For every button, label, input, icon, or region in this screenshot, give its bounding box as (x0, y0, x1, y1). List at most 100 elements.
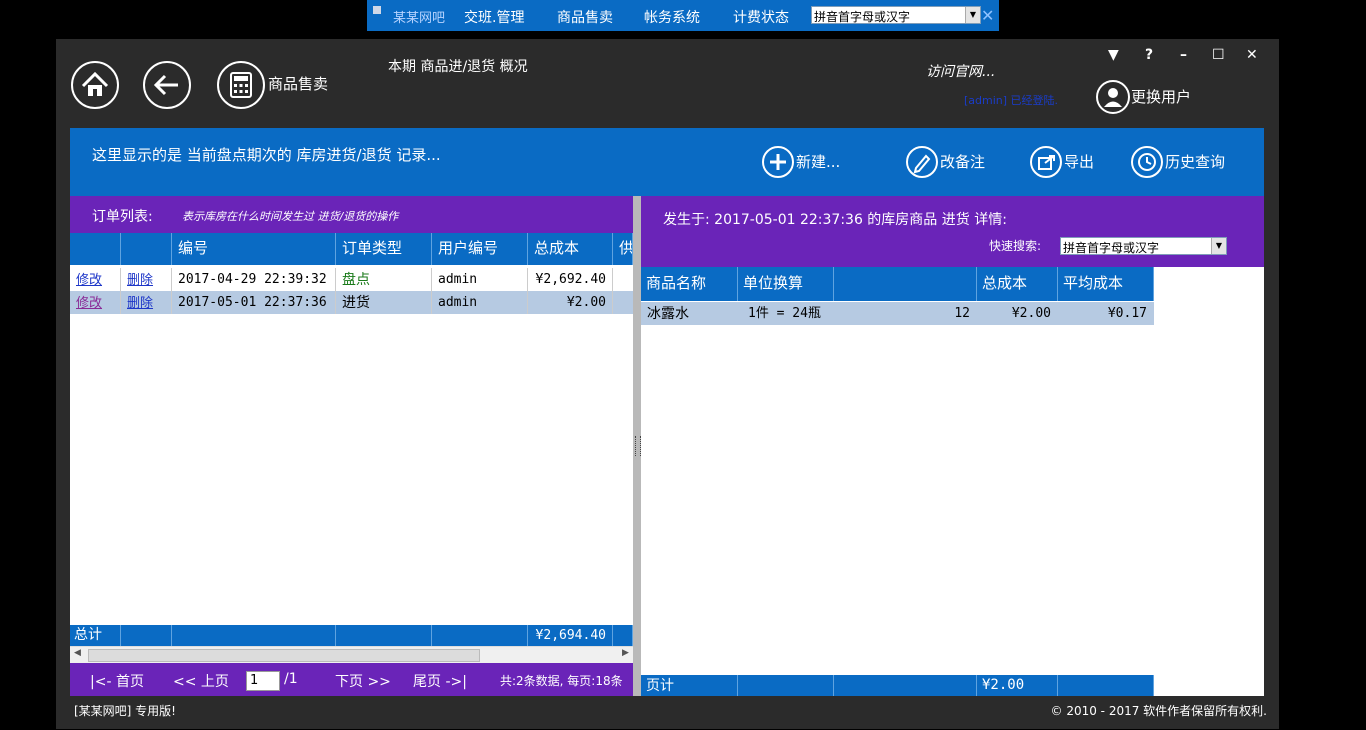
page-input-value: 1 (250, 673, 259, 688)
chevron-down-icon[interactable]: ▼ (1211, 238, 1226, 254)
col-goods-name[interactable]: 商品名称 (641, 267, 738, 301)
orders-panel: 订单列表: 表示库房在什么时间发生过 进货/退货的操作 编号 订单类型 用户编号… (70, 196, 633, 696)
help-icon[interactable]: ? (1145, 47, 1153, 63)
maximize-icon[interactable]: ☐ (1212, 47, 1225, 63)
menu-accounting[interactable]: 帐务系统 (644, 7, 700, 27)
goods-unit: 1件 = 24瓶 (738, 302, 834, 325)
delete-link[interactable]: 删除 (121, 268, 172, 291)
orders-title: 订单列表: (92, 209, 153, 225)
total-cell (336, 625, 432, 646)
table-row[interactable]: 修改 删除 2017-04-29 22:39:32 盘点 admin ¥2,69… (70, 268, 633, 291)
history-label: 历史查询 (1165, 153, 1226, 171)
total-cell (432, 625, 528, 646)
pager-summary: 共:2条数据, 每页:18条 (500, 674, 623, 688)
last-page[interactable]: 尾页 ->| (413, 671, 467, 691)
home-button[interactable] (71, 61, 119, 109)
page-total-cell (834, 675, 977, 696)
table-row-selected[interactable]: 修改 删除 2017-05-01 22:37:36 进货 admin ¥2.00 (70, 291, 633, 314)
minimize-icon[interactable]: – (1180, 47, 1187, 63)
goods-cost: ¥2.00 (977, 302, 1058, 325)
detail-header: 发生于: 2017-05-01 22:37:36 的库房商品 进货 详情: 快速… (641, 196, 1264, 267)
menu-goods-sale[interactable]: 商品售卖 (557, 7, 613, 27)
close-icon[interactable]: ✕ (981, 6, 994, 25)
status-footer: [某某网吧] 专用版! © 2010 - 2017 软件作者保留所有权利. (56, 697, 1279, 721)
total-cost: ¥2,694.40 (528, 625, 613, 646)
switch-user-label[interactable]: 更换用户 (1131, 86, 1191, 107)
back-button[interactable] (143, 61, 191, 109)
next-page[interactable]: 下页 >> (335, 671, 391, 691)
horizontal-scrollbar[interactable]: ◀ ▶ (70, 646, 633, 664)
order-type: 进货 (336, 291, 432, 314)
orders-header: 订单列表: 表示库房在什么时间发生过 进货/退货的操作 (70, 196, 633, 233)
col-cost[interactable]: 总成本 (528, 233, 613, 265)
history-button[interactable]: 历史查询 (1129, 144, 1249, 178)
goods-name: 冰露水 (641, 302, 738, 325)
new-button[interactable]: 新建... (760, 144, 860, 178)
clock-icon (1131, 146, 1163, 178)
col-edit (70, 233, 121, 265)
edit-link[interactable]: 修改 (70, 268, 121, 291)
col-type[interactable]: 订单类型 (336, 233, 432, 265)
quick-search-label: 快速搜索: (989, 239, 1042, 253)
page-input[interactable]: 1 (246, 671, 280, 691)
col-quantity[interactable] (834, 267, 977, 301)
col-delete (121, 233, 172, 265)
first-page[interactable]: |<- 首页 (90, 671, 144, 691)
user-icon (1104, 88, 1122, 107)
order-id: 2017-04-29 22:39:32 (172, 268, 336, 291)
order-id: 2017-05-01 22:37:36 (172, 291, 336, 314)
app-icon (373, 6, 381, 14)
edit-link[interactable]: 修改 (70, 291, 121, 314)
col-supplier[interactable]: 供 (613, 233, 633, 265)
banner-message: 这里显示的是 当前盘点期次的 库房进货/退货 记录... (92, 146, 441, 164)
export-icon (1030, 146, 1062, 178)
orders-hint: 表示库房在什么时间发生过 进货/退货的操作 (182, 210, 399, 223)
dropdown-icon[interactable]: ▼ (1108, 47, 1119, 63)
arrow-left-icon (153, 74, 178, 96)
col-unit[interactable]: 单位换算 (738, 267, 834, 301)
detail-panel: 发生于: 2017-05-01 22:37:36 的库房商品 进货 详情: 快速… (641, 196, 1264, 696)
goods-avg-cost: ¥0.17 (1058, 302, 1154, 325)
login-status: [admin] 已经登陆. (964, 94, 1059, 107)
pager: |<- 首页 << 上页 1 /1 下页 >> 尾页 ->| 共:2条数据, 每… (70, 663, 633, 696)
order-type: 盘点 (336, 268, 432, 291)
close-window-icon[interactable]: ✕ (1246, 47, 1258, 63)
website-link[interactable]: 访问官网... (926, 61, 995, 81)
top-quick-bar: 某某网吧 交班.管理 商品售卖 帐务系统 计费状态 拼音首字母或汉字 ▼ ✕ (367, 0, 999, 31)
chevron-down-icon[interactable]: ▼ (965, 7, 980, 23)
brand-label: 某某网吧 (393, 11, 446, 26)
scroll-right-icon[interactable]: ▶ (622, 648, 629, 658)
col-total-cost[interactable]: 总成本 (977, 267, 1058, 301)
total-cell (121, 625, 172, 646)
edit-remark-button[interactable]: 改备注 (904, 144, 994, 178)
export-button[interactable]: 导出 (1028, 144, 1108, 178)
total-cell (613, 625, 633, 646)
col-user[interactable]: 用户编号 (432, 233, 528, 265)
detail-title: 发生于: 2017-05-01 22:37:36 的库房商品 进货 详情: (663, 212, 1007, 228)
goods-quantity: 12 (834, 302, 977, 325)
module-label: 商品售卖 (268, 75, 329, 93)
home-icon (81, 71, 109, 96)
copyright: © 2010 - 2017 软件作者保留所有权利. (1050, 704, 1267, 718)
switch-user-button[interactable] (1096, 80, 1130, 114)
col-avg-cost[interactable]: 平均成本 (1058, 267, 1154, 301)
panel-splitter[interactable] (633, 196, 641, 696)
order-cost: ¥2,692.40 (528, 268, 613, 291)
quick-search-select[interactable]: 拼音首字母或汉字 ▼ (1060, 237, 1227, 255)
prev-page[interactable]: << 上页 (173, 671, 229, 691)
plus-icon (762, 146, 794, 178)
page-total-label: 页计 (641, 675, 738, 696)
menu-shift-management[interactable]: 交班.管理 (464, 7, 524, 27)
total-cell (172, 625, 336, 646)
delete-link[interactable]: 删除 (121, 291, 172, 314)
pencil-icon (906, 146, 938, 178)
top-search-text: 拼音首字母或汉字 (814, 10, 911, 24)
page-title: 本期 商品进/退货 概况 (388, 59, 528, 75)
quick-search-text: 拼音首字母或汉字 (1063, 241, 1160, 255)
goods-sale-button[interactable] (217, 61, 265, 109)
menu-billing-status[interactable]: 计费状态 (733, 7, 789, 27)
scroll-left-icon[interactable]: ◀ (74, 648, 81, 658)
scroll-thumb[interactable] (88, 649, 480, 662)
col-id[interactable]: 编号 (172, 233, 336, 265)
top-search-select[interactable]: 拼音首字母或汉字 ▼ (811, 6, 981, 24)
